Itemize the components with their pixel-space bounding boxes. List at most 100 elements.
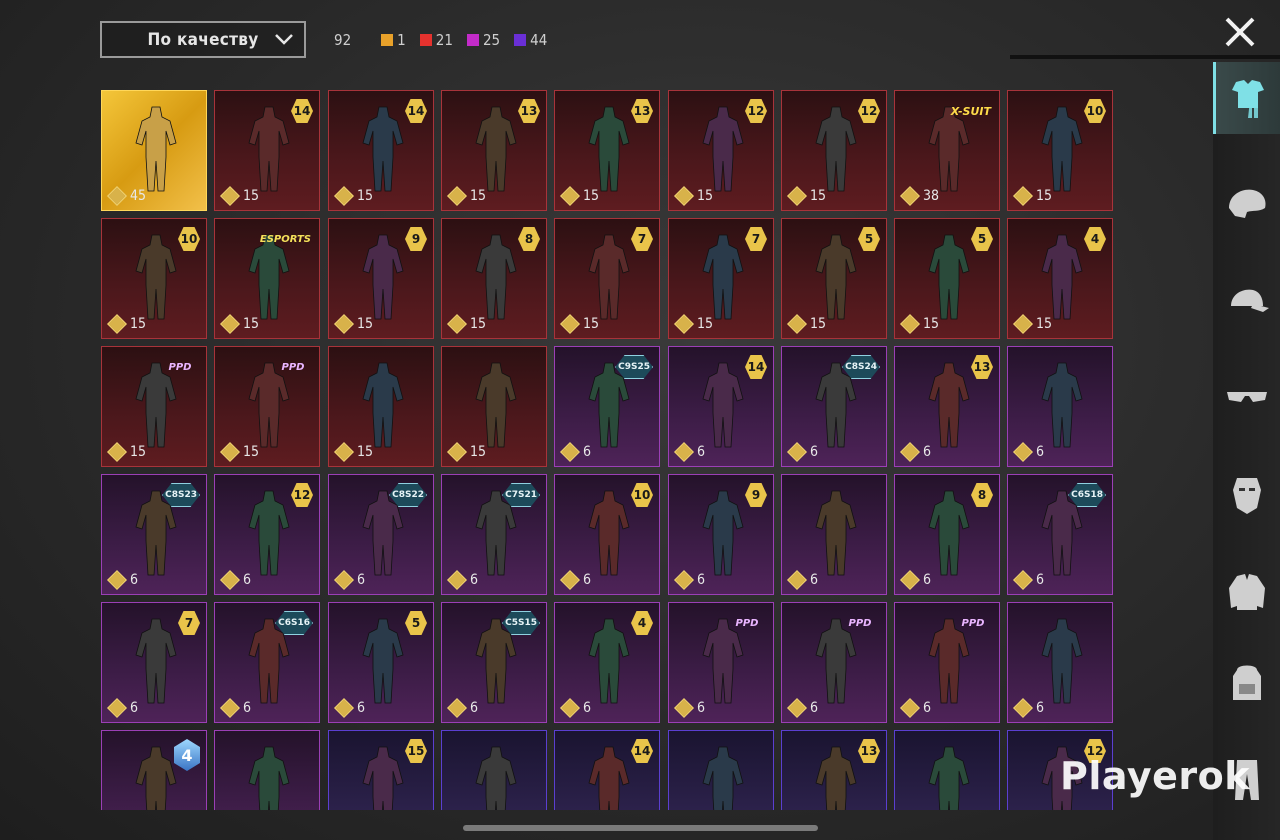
outfit-card[interactable]: 7 15 <box>554 218 660 339</box>
gem-icon <box>220 186 240 206</box>
outfit-card[interactable]: 10 15 <box>1007 90 1113 211</box>
card-points: 6 <box>674 698 705 718</box>
outfit-card[interactable]: 13 6 <box>894 346 1000 467</box>
outfit-card[interactable]: 6 <box>781 474 887 595</box>
card-points-value: 6 <box>583 700 592 716</box>
outfit-card[interactable]: 13 15 <box>441 90 547 211</box>
outfit-card[interactable]: 86 <box>894 474 1000 595</box>
card-points-value: 6 <box>583 444 592 460</box>
outfit-card[interactable]: C8S22 6 <box>328 474 434 595</box>
outfit-card[interactable]: 15 <box>328 346 434 467</box>
card-points: 6 <box>900 442 931 462</box>
outfit-card[interactable]: C8S24 6 <box>781 346 887 467</box>
outfit-card[interactable]: 7 15 <box>668 218 774 339</box>
category-rail <box>1213 62 1280 840</box>
outfit-card[interactable]: 76 <box>101 602 207 723</box>
outfit-card[interactable]: 6 <box>1007 346 1113 467</box>
outfit-card[interactable]: 15 <box>328 730 434 810</box>
outfit-card[interactable]: PPD 15 <box>101 346 207 467</box>
category-glasses[interactable] <box>1213 360 1280 432</box>
gem-icon <box>674 186 694 206</box>
outfit-card[interactable]: PPD 6 <box>894 602 1000 723</box>
gem-icon <box>107 186 127 206</box>
outfit-card[interactable]: 13 <box>781 730 887 810</box>
category-backpack[interactable] <box>1213 648 1280 720</box>
card-points: 15 <box>447 442 487 462</box>
category-cap[interactable] <box>1213 266 1280 338</box>
card-points: 15 <box>334 314 374 334</box>
outfit-card[interactable]: ESPORTS 15 <box>214 218 320 339</box>
outfit-card[interactable]: C9S25 6 <box>554 346 660 467</box>
outfit-card[interactable]: 14 15 <box>214 90 320 211</box>
card-points-value: 15 <box>243 316 260 332</box>
rarity-swatch <box>514 34 527 46</box>
card-points-value: 6 <box>1036 700 1045 716</box>
card-points-value: 15 <box>470 316 487 332</box>
outfit-card[interactable]: 13 15 <box>554 90 660 211</box>
gem-icon <box>1013 314 1033 334</box>
card-badge: ESPORTS <box>259 233 311 245</box>
outfit-card[interactable] <box>894 730 1000 810</box>
outfit-figure <box>362 618 404 704</box>
gem-icon <box>900 570 920 590</box>
outfit-card[interactable]: 12 15 <box>668 90 774 211</box>
card-points-value: 15 <box>697 188 714 204</box>
outfit-card[interactable]: 5 15 <box>894 218 1000 339</box>
outfit-card[interactable]: PPD 15 <box>214 346 320 467</box>
outfit-card[interactable]: PPD 6 <box>668 602 774 723</box>
gem-icon <box>787 186 807 206</box>
card-points-value: 45 <box>130 188 147 204</box>
outfit-card[interactable]: 14 6 <box>668 346 774 467</box>
outfit-card[interactable]: 46 <box>554 602 660 723</box>
category-outfit[interactable] <box>1213 62 1280 134</box>
sort-dropdown[interactable]: По качеству <box>100 21 306 58</box>
outfit-figure <box>362 234 404 320</box>
outfit-card[interactable]: 15 <box>441 346 547 467</box>
category-headgear[interactable] <box>1213 168 1280 240</box>
card-points: 45 <box>107 186 147 206</box>
card-points-value: 15 <box>357 316 374 332</box>
outfit-card[interactable]: 12 15 <box>781 90 887 211</box>
outfit-figure <box>588 746 630 810</box>
card-points-value: 38 <box>923 188 940 204</box>
outfit-card[interactable]: 12 6 <box>214 474 320 595</box>
outfit-figure <box>362 106 404 192</box>
card-points: 15 <box>107 442 146 462</box>
gem-icon <box>674 442 694 462</box>
outfit-card[interactable] <box>441 730 547 810</box>
outfit-card[interactable]: PPD 6 <box>781 602 887 723</box>
outfit-card[interactable]: 56 <box>328 602 434 723</box>
outfit-card[interactable]: 6 <box>1007 602 1113 723</box>
gem-icon <box>1013 698 1033 718</box>
outfit-card[interactable]: 14 <box>554 730 660 810</box>
cap-icon <box>1230 289 1269 312</box>
category-mask[interactable] <box>1213 458 1280 530</box>
outfit-card[interactable] <box>214 730 320 810</box>
outfit-figure <box>248 746 290 810</box>
outfit-card[interactable]: C7S21 6 <box>441 474 547 595</box>
gem-icon <box>334 186 354 206</box>
outfit-card[interactable]: C6S18 6 <box>1007 474 1113 595</box>
outfit-card[interactable] <box>668 730 774 810</box>
outfit-card[interactable]: 8 15 <box>441 218 547 339</box>
outfit-card[interactable]: X-SUIT 38 <box>894 90 1000 211</box>
outfit-card[interactable]: 9 15 <box>328 218 434 339</box>
card-points-value: 15 <box>470 444 487 460</box>
home-indicator[interactable] <box>463 825 818 831</box>
outfit-card[interactable]: 96 <box>668 474 774 595</box>
outfit-card[interactable]: C8S23 6 <box>101 474 207 595</box>
outfit-figure <box>588 490 630 576</box>
outfit-card[interactable]: C6S16 6 <box>214 602 320 723</box>
close-icon[interactable] <box>1220 12 1260 52</box>
outfit-card[interactable]: 4 <box>101 730 207 810</box>
outfit-card[interactable]: 45 <box>101 90 207 211</box>
category-jacket[interactable] <box>1213 556 1280 628</box>
outfit-card[interactable]: 10 15 <box>101 218 207 339</box>
outfit-card[interactable]: 14 15 <box>328 90 434 211</box>
outfit-card[interactable]: C5S15 6 <box>441 602 547 723</box>
card-points: 15 <box>447 186 486 206</box>
outfit-figure <box>928 490 970 576</box>
outfit-card[interactable]: 10 6 <box>554 474 660 595</box>
outfit-card[interactable]: 4 15 <box>1007 218 1113 339</box>
outfit-card[interactable]: 5 15 <box>781 218 887 339</box>
